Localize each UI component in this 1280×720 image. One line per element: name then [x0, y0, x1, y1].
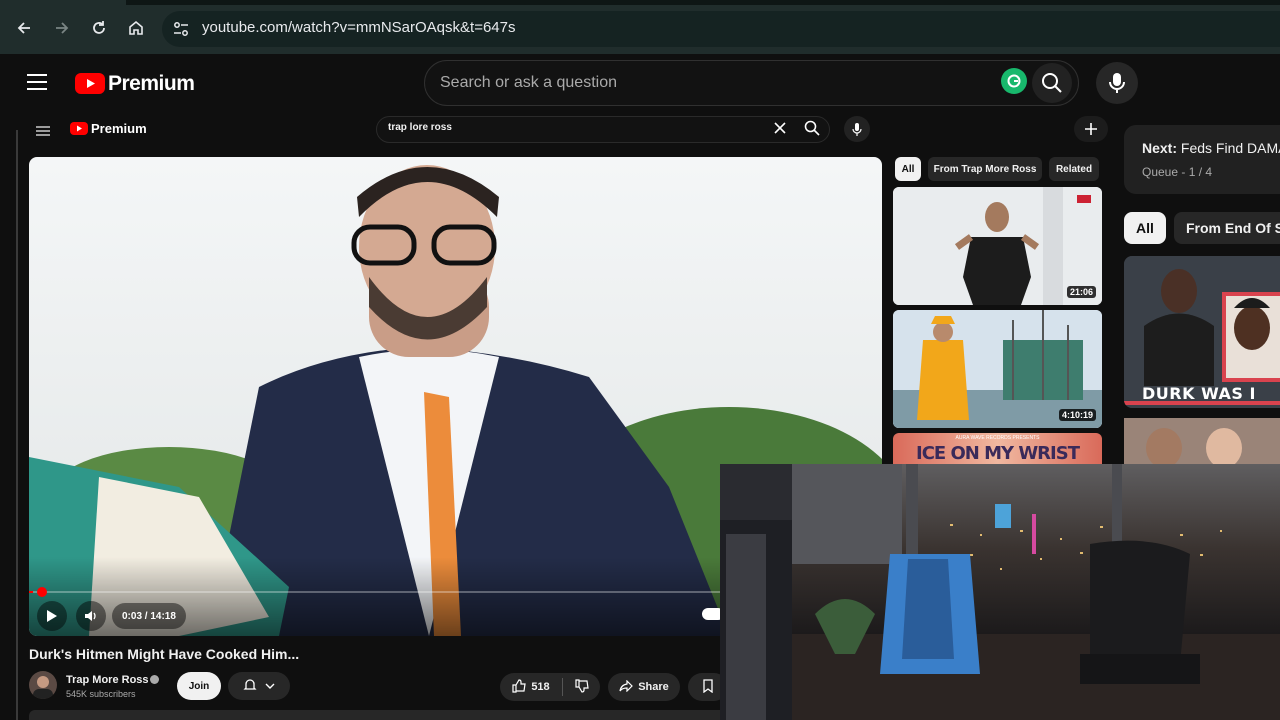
right-thumbnail-2[interactable]: [1124, 418, 1280, 464]
duration-badge: 4:10:19: [1058, 409, 1096, 421]
chip-from-channel[interactable]: From Trap More Ross: [928, 157, 1042, 181]
inner-search-query: trap lore ross: [388, 122, 452, 133]
like-count: 518: [531, 681, 550, 693]
create-icon[interactable]: [1074, 116, 1108, 142]
dislike-button[interactable]: [563, 678, 600, 696]
clear-search-icon[interactable]: [774, 121, 786, 139]
bell-icon: [243, 678, 257, 695]
search-icon[interactable]: [1032, 63, 1072, 103]
inner-logo-text: Premium: [91, 121, 147, 136]
chevron-down-icon: [265, 680, 275, 692]
channel-name[interactable]: Trap More Ross: [66, 674, 149, 686]
progress-scrubber[interactable]: [37, 587, 47, 597]
reload-icon[interactable]: [87, 16, 111, 40]
thumbs-down-icon: [574, 678, 589, 696]
queue-position: Queue - 1 / 4: [1142, 165, 1213, 179]
video-title: Durk's Hitmen Might Have Cooked Him...: [29, 646, 300, 662]
chip-related[interactable]: Related: [1049, 157, 1099, 181]
inner-search-icon[interactable]: [804, 120, 820, 141]
channel-avatar[interactable]: [29, 671, 57, 699]
active-tab[interactable]: [0, 0, 126, 5]
subscriber-count: 545K subscribers: [66, 689, 136, 699]
volume-icon[interactable]: [76, 601, 106, 631]
thumbs-up-icon: [512, 678, 527, 696]
next-title: Feds Find DAMA: [1180, 140, 1280, 156]
recommended-thumbnail[interactable]: AURA WAVE RECORDS PRESENTS ICE ON MY WRI…: [893, 433, 1102, 465]
next-label: Next:: [1142, 140, 1178, 156]
thumbnail-subtext: AURA WAVE RECORDS PRESENTS: [955, 435, 1040, 441]
join-button[interactable]: Join: [177, 672, 221, 700]
share-icon: [619, 679, 634, 695]
like-dislike-group: 518: [500, 673, 600, 701]
back-icon[interactable]: [12, 16, 36, 40]
tab-strip: [0, 0, 1280, 5]
url-text: youtube.com/watch?v=mmNSarOAqsk&t=647s: [202, 19, 516, 36]
chip-all[interactable]: All: [895, 157, 921, 181]
search-placeholder: Search or ask a question: [440, 74, 617, 91]
microphone-icon[interactable]: [1096, 62, 1138, 104]
menu-icon[interactable]: [27, 74, 47, 95]
bookmark-icon: [702, 678, 714, 696]
thumbnail-title: ICE ON MY WRIST: [916, 443, 1080, 464]
youtube-logo-icon[interactable]: [75, 73, 105, 94]
divider: [16, 130, 18, 720]
share-button[interactable]: Share: [608, 673, 680, 701]
like-button[interactable]: 518: [500, 678, 562, 696]
right-chip-from-channel[interactable]: From End Of S: [1174, 212, 1280, 244]
logo-text: Premium: [108, 72, 195, 95]
right-thumbnail-text: DURK WAS I: [1142, 384, 1256, 403]
time-display: 0:03 / 14:18: [112, 603, 186, 629]
inner-youtube-logo-icon[interactable]: [70, 122, 88, 135]
recommended-thumbnail[interactable]: 4:10:19: [893, 310, 1102, 428]
right-chip-all[interactable]: All: [1124, 212, 1166, 244]
recommended-thumbnail[interactable]: 21:06: [893, 187, 1102, 305]
notification-button[interactable]: [228, 672, 290, 700]
webcam-overlay: [720, 464, 1280, 720]
queue-panel[interactable]: [1124, 125, 1280, 194]
share-label: Share: [638, 681, 669, 693]
duration-badge: 21:06: [1066, 286, 1096, 298]
site-info-icon[interactable]: [172, 20, 190, 43]
verified-icon: [150, 675, 159, 684]
right-thumbnail[interactable]: DURK WAS I: [1124, 256, 1280, 408]
inner-microphone-icon[interactable]: [844, 116, 870, 142]
next-up: Next: Feds Find DAMA: [1142, 140, 1280, 156]
home-icon[interactable]: [124, 16, 148, 40]
forward-icon[interactable]: [50, 16, 74, 40]
play-icon[interactable]: [37, 601, 67, 631]
progress-fill: [29, 591, 33, 593]
inner-menu-icon[interactable]: [36, 123, 50, 141]
grammarly-icon[interactable]: [1001, 68, 1027, 94]
